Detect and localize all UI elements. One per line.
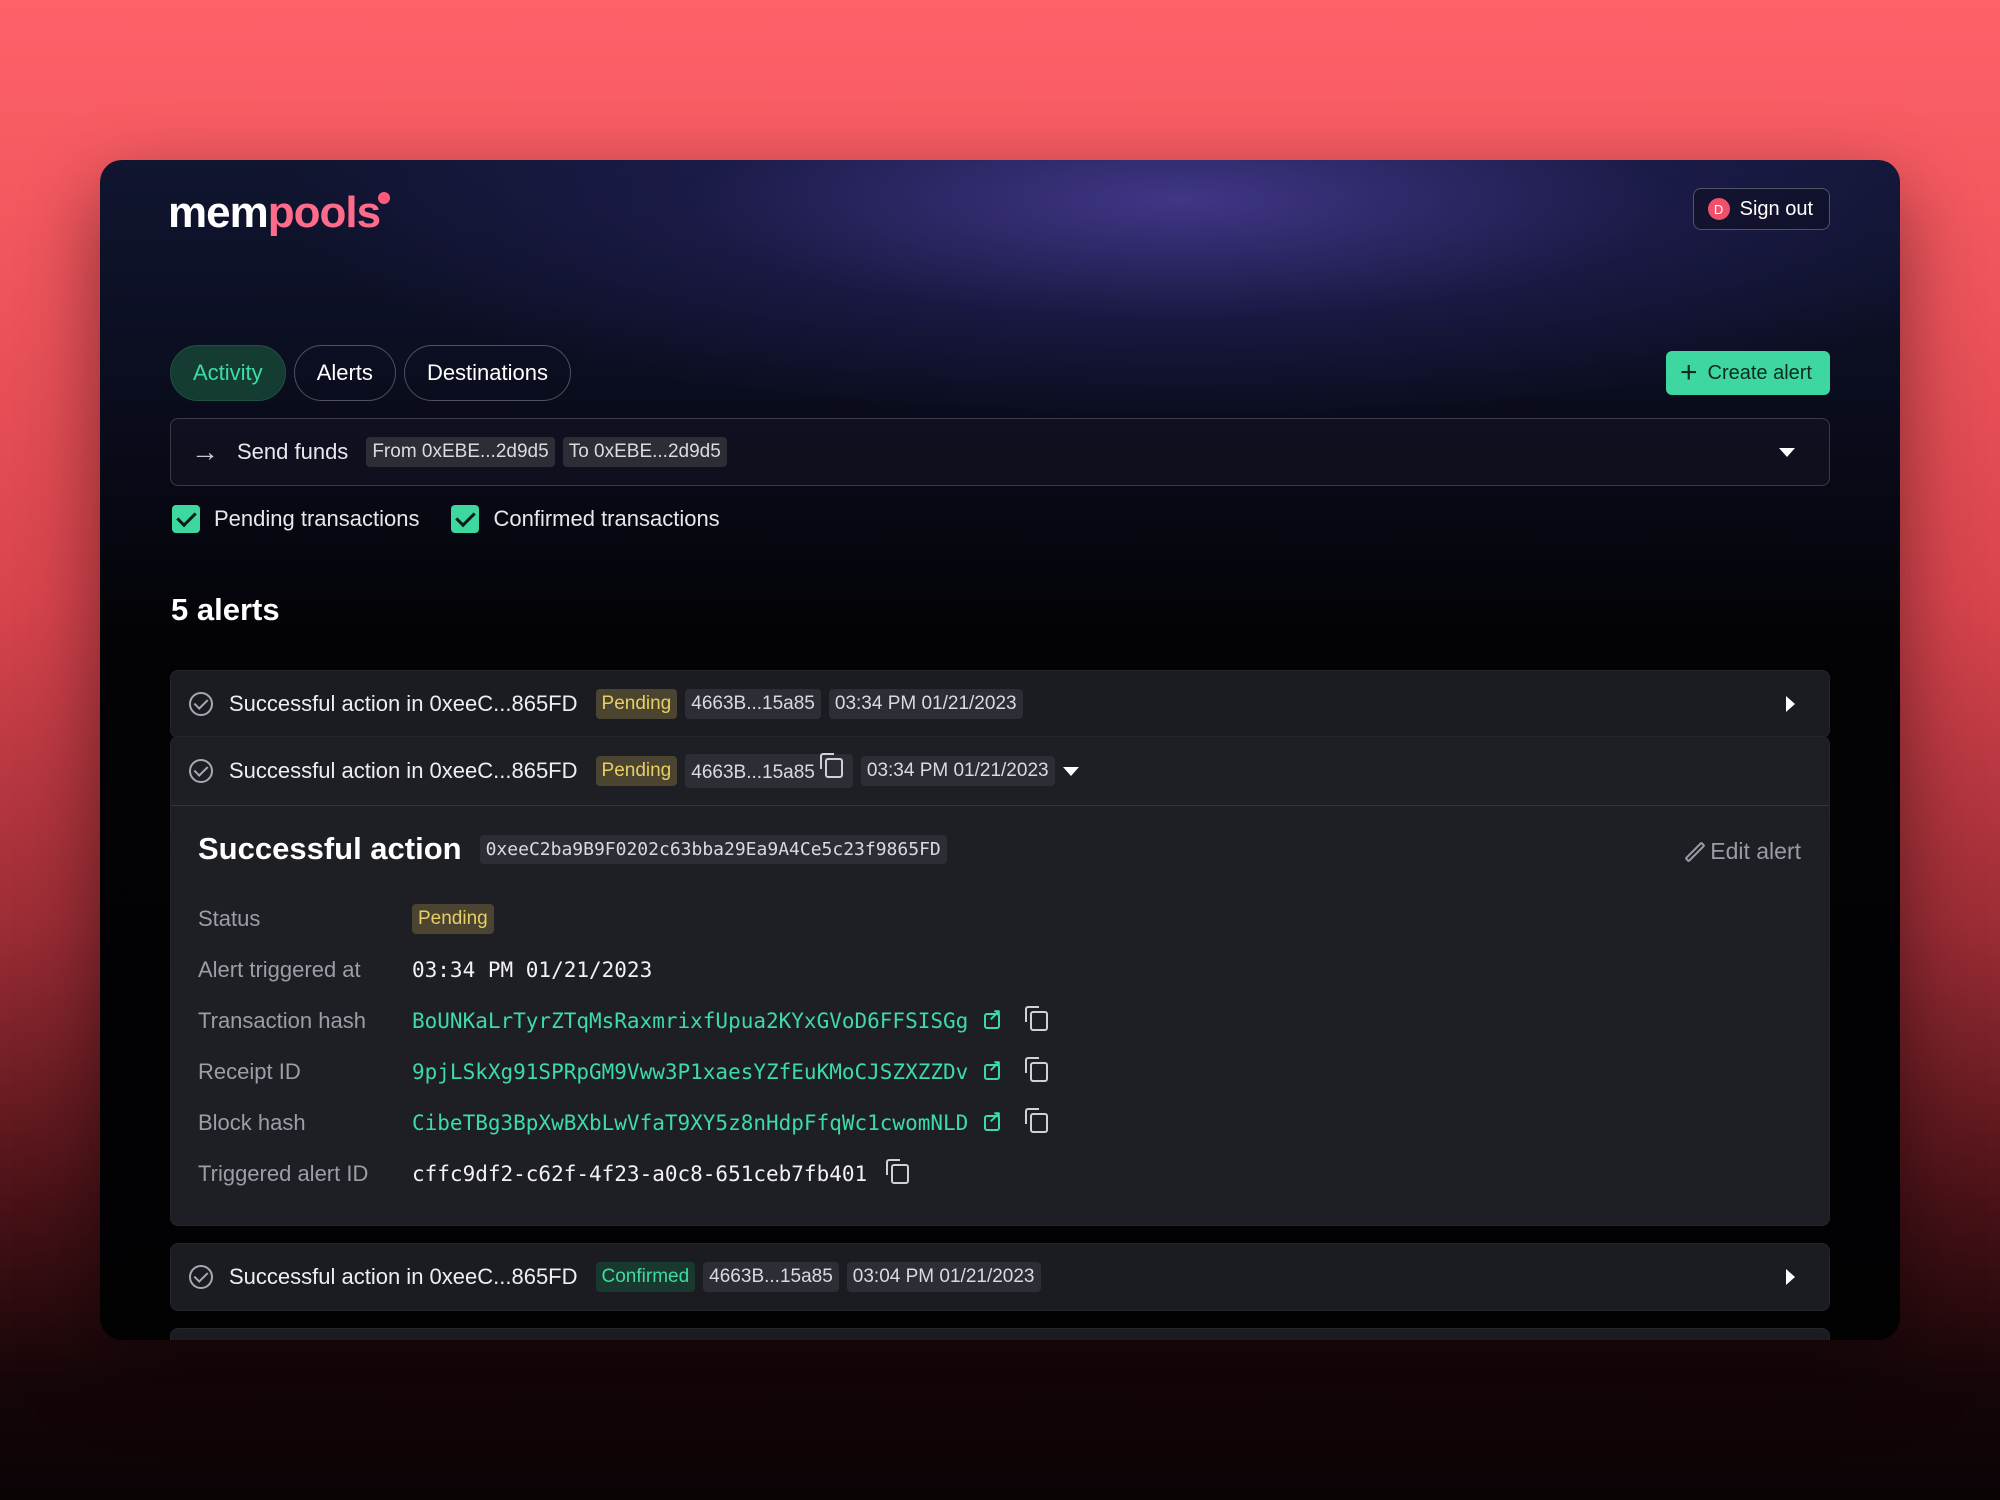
hash-chip: 4663B...15a85 (685, 689, 821, 719)
field-transaction-hash: Transaction hash BoUNKaLrTyrZTqMsRaxmrix… (198, 995, 1052, 1046)
edit-alert-label: Edit alert (1710, 838, 1801, 864)
tab-bar: Activity Alerts Destinations (170, 345, 572, 401)
alert-row-partial[interactable] (170, 1328, 1830, 1340)
chevron-down-icon[interactable] (1062, 766, 1079, 776)
tab-destinations[interactable]: Destinations (403, 345, 572, 401)
from-chip: From 0xEBE...2d9d5 (366, 437, 555, 467)
arrow-right-icon: → (191, 436, 219, 467)
field-label: Alert triggered at (198, 956, 361, 982)
status-badge: Pending (595, 689, 678, 719)
contract-address-chip: 0xeeC2ba9B9F0202c63bba29Ea9A4Ce5c23f9865… (479, 834, 947, 864)
hash-chip: 4663B...15a85 (685, 753, 853, 788)
alert-filter-select[interactable]: → Send funds From 0xEBE...2d9d5 To 0xEBE… (170, 418, 1830, 486)
external-link-icon[interactable] (984, 1056, 1002, 1080)
hash-chip: 4663B...15a85 (703, 1262, 839, 1292)
alerts-count-heading: 5 alerts (171, 592, 280, 627)
check-circle-icon (189, 759, 213, 783)
pencil-icon (1684, 840, 1706, 863)
copy-icon[interactable] (1025, 1056, 1049, 1082)
checkbox-checked-icon[interactable] (172, 505, 200, 533)
sign-out-button[interactable]: D Sign out (1692, 188, 1830, 230)
block-hash-link[interactable]: CibeTBg3BpXwBXbLwVfaT9XY5z8nHdpFfqWc1cwo… (412, 1111, 968, 1135)
copy-icon[interactable] (1025, 1005, 1049, 1031)
plus-icon: + (1679, 356, 1698, 389)
to-chip: To 0xEBE...2d9d5 (562, 437, 727, 467)
checkbox-checked-icon[interactable] (451, 505, 480, 533)
logo-text-mem: mem (168, 188, 269, 237)
field-label: Status (198, 905, 261, 931)
status-filters: Pending transactions Confirmed transacti… (172, 505, 720, 533)
logo-text-pools: pools (267, 188, 381, 237)
external-link-icon[interactable] (984, 1005, 1002, 1029)
alert-id-value: cffc9df2-c62f-4f23-a0c8-651ceb7fb401 (412, 1161, 868, 1186)
field-label: Receipt ID (198, 1058, 301, 1084)
confirmed-checkbox-label: Confirmed transactions (493, 506, 720, 531)
receipt-id-link[interactable]: 9pjLSkXg91SPRpGM9Vww3P1xaesYZfEuKMoCJSZX… (412, 1060, 968, 1084)
pending-checkbox-label: Pending transactions (214, 506, 420, 531)
alert-row[interactable]: Successful action in 0xeeC...865FD Confi… (170, 1243, 1830, 1311)
detail-header: Successful action 0xeeC2ba9B9F0202c63bba… (198, 831, 947, 867)
tab-alerts[interactable]: Alerts (293, 345, 396, 401)
check-circle-icon (189, 1265, 213, 1289)
copy-icon[interactable] (1025, 1107, 1049, 1133)
avatar: D (1707, 198, 1730, 220)
detail-title: Successful action (198, 831, 462, 866)
field-label: Triggered alert ID (198, 1160, 369, 1186)
copy-icon[interactable] (819, 753, 843, 778)
sign-out-label: Sign out (1739, 197, 1813, 220)
create-alert-label: Create alert (1707, 361, 1813, 384)
hash-text: 4663B...15a85 (691, 762, 815, 783)
transaction-hash-link[interactable]: BoUNKaLrTyrZTqMsRaxmrixfUpua2KYxGVoD6FFS… (412, 1009, 968, 1033)
filter-action: Send funds (237, 439, 349, 464)
field-triggered-at: Alert triggered at 03:34 PM 01/21/2023 (198, 944, 1052, 995)
alert-row-title: Successful action in 0xeeC...865FD (229, 1264, 578, 1289)
triggered-at-value: 03:34 PM 01/21/2023 (412, 957, 653, 982)
alert-row[interactable]: Successful action in 0xeeC...865FD Pendi… (170, 670, 1830, 738)
chevron-right-icon[interactable] (1786, 1269, 1795, 1285)
create-alert-button[interactable]: + Create alert (1665, 351, 1830, 395)
field-receipt-id: Receipt ID 9pjLSkXg91SPRpGM9Vww3P1xaesYZ… (198, 1046, 1052, 1097)
chevron-down-icon[interactable] (1779, 447, 1795, 457)
copy-icon[interactable] (886, 1158, 910, 1184)
alert-row-title: Successful action in 0xeeC...865FD (229, 758, 578, 783)
alert-row[interactable]: Successful action in 0xeeC...865FD Pendi… (171, 737, 1829, 806)
field-label: Block hash (198, 1109, 306, 1135)
alert-row-expanded: Successful action in 0xeeC...865FD Pendi… (170, 736, 1830, 1226)
pending-checkbox[interactable]: Pending transactions (172, 505, 419, 533)
alert-row-title: Successful action in 0xeeC...865FD (229, 691, 578, 716)
field-label: Transaction hash (198, 1007, 366, 1033)
status-badge: Pending (595, 756, 678, 786)
check-circle-icon (189, 692, 213, 716)
field-alert-id: Triggered alert ID cffc9df2-c62f-4f23-a0… (198, 1148, 1052, 1199)
field-block-hash: Block hash CibeTBg3BpXwBXbLwVfaT9XY5z8nH… (198, 1097, 1052, 1148)
edit-alert-button[interactable]: Edit alert (1684, 838, 1801, 865)
detail-fields: Status Pending Alert triggered at 03:34 … (198, 893, 1052, 1199)
time-chip: 03:34 PM 01/21/2023 (860, 756, 1055, 786)
status-badge: Pending (412, 903, 494, 934)
chevron-right-icon[interactable] (1786, 696, 1795, 712)
status-badge: Confirmed (595, 1262, 696, 1292)
time-chip: 03:34 PM 01/21/2023 (828, 689, 1023, 719)
app-window: mempools D Sign out Activity Alerts Dest… (100, 160, 1900, 1340)
logo[interactable]: mempools (168, 188, 391, 238)
field-status: Status Pending (198, 893, 1052, 944)
external-link-icon[interactable] (984, 1107, 1002, 1131)
confirmed-checkbox[interactable]: Confirmed transactions (451, 505, 720, 533)
logo-dot-icon (378, 192, 391, 204)
tab-activity[interactable]: Activity (170, 345, 286, 401)
time-chip: 03:04 PM 01/21/2023 (846, 1262, 1041, 1292)
